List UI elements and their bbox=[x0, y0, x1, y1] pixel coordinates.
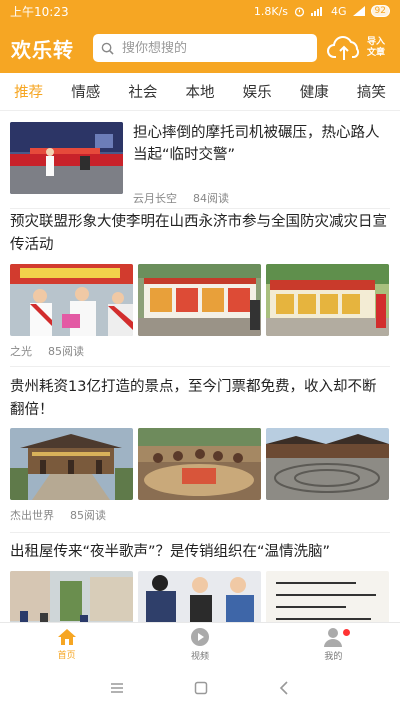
tab-entertainment[interactable]: 娱乐 bbox=[229, 81, 286, 102]
back-icon[interactable] bbox=[278, 681, 290, 695]
tab-health[interactable]: 健康 bbox=[286, 81, 343, 102]
news-feed: 担心摔倒的摩托司机被碾压，热心路人当起“临时交警” 云月长空 84阅读 预灾联盟形… bbox=[0, 111, 400, 622]
tab-funny[interactable]: 搞笑 bbox=[343, 81, 400, 102]
profile-icon bbox=[324, 628, 343, 647]
nav-home[interactable]: 首页 bbox=[0, 623, 133, 666]
nav-profile-label: 我的 bbox=[324, 652, 343, 662]
article-image bbox=[266, 264, 389, 336]
article-title[interactable]: 预灾联盟形象大使李明在山西永济市参与全国防灾减灾日宣传活动 bbox=[10, 211, 390, 257]
tab-recommend[interactable]: 推荐 bbox=[0, 81, 57, 102]
article-image bbox=[10, 571, 133, 622]
article-source: 之光 bbox=[10, 345, 32, 358]
article-image-row bbox=[10, 264, 389, 336]
article-image bbox=[10, 264, 133, 336]
article-reads: 85阅读 bbox=[70, 509, 106, 522]
article-meta: 云月长空 84阅读 bbox=[133, 190, 229, 206]
search-input[interactable] bbox=[122, 40, 292, 56]
article-image bbox=[138, 264, 261, 336]
article-title[interactable]: 担心摔倒的摩托司机被碾压，热心路人当起“临时交警” bbox=[133, 122, 390, 166]
nav-video[interactable]: 视频 bbox=[133, 623, 266, 666]
cloud-upload-icon bbox=[327, 36, 360, 60]
article-source: 云月长空 bbox=[133, 192, 177, 205]
app-header: 欢乐转 导入文章 bbox=[0, 24, 400, 72]
signal-icon bbox=[311, 7, 323, 16]
category-tabs: 推荐 情感 社会 本地 娱乐 健康 搞笑 bbox=[0, 73, 400, 111]
article-image bbox=[266, 428, 389, 500]
article-card[interactable]: 贵州耗资13亿打造的景点，至今门票都免费，收入却不断翻倍！ 杰出世界 85阅读 bbox=[10, 376, 390, 526]
menu-icon[interactable] bbox=[110, 682, 124, 694]
article-image bbox=[10, 428, 133, 500]
network-speed: 1.8K/s bbox=[253, 4, 289, 18]
home-icon bbox=[57, 629, 76, 645]
battery-indicator: 92 bbox=[370, 5, 390, 17]
article-reads: 85阅读 bbox=[48, 345, 84, 358]
network-type: 4G bbox=[331, 4, 347, 18]
article-image bbox=[138, 428, 261, 500]
status-bar: 上午10:23 1.8K/s 4G 92 bbox=[0, 0, 400, 22]
alarm-icon bbox=[294, 6, 305, 17]
article-card[interactable]: 预灾联盟形象大使李明在山西永济市参与全国防灾减灾日宣传活动 之光 85阅读 bbox=[10, 211, 390, 361]
article-source: 杰出世界 bbox=[10, 509, 54, 522]
article-image-row bbox=[10, 571, 389, 622]
tab-emotion[interactable]: 情感 bbox=[57, 81, 114, 102]
import-article-label: 导入文章 bbox=[367, 37, 386, 58]
divider bbox=[10, 366, 390, 367]
signal-icon-2 bbox=[352, 6, 365, 16]
article-title[interactable]: 出租屋传来“夜半歌声”？是传销组织在“温情洗脑” bbox=[10, 541, 390, 564]
search-icon bbox=[101, 42, 114, 55]
article-image-row bbox=[10, 428, 389, 500]
app-title: 欢乐转 bbox=[11, 37, 74, 62]
divider bbox=[10, 532, 390, 533]
video-play-icon bbox=[190, 628, 209, 646]
article-meta: 之光 85阅读 bbox=[10, 343, 84, 359]
tab-society[interactable]: 社会 bbox=[114, 81, 171, 102]
system-navigation-bar bbox=[0, 666, 400, 710]
nav-profile[interactable]: 我的 bbox=[267, 623, 400, 666]
article-card[interactable]: 担心摔倒的摩托司机被碾压，热心路人当起“临时交警” 云月长空 84阅读 bbox=[10, 122, 390, 205]
nav-video-label: 视频 bbox=[190, 652, 209, 662]
article-image bbox=[266, 571, 389, 622]
bottom-navigation: 首页 视频 我的 bbox=[0, 622, 400, 666]
article-image bbox=[138, 571, 261, 622]
home-square-icon[interactable] bbox=[194, 681, 208, 695]
import-article-button[interactable]: 导入文章 bbox=[327, 35, 391, 61]
search-box[interactable] bbox=[93, 34, 317, 62]
divider bbox=[10, 208, 390, 209]
article-reads: 84阅读 bbox=[193, 192, 229, 205]
article-card[interactable]: 出租屋传来“夜半歌声”？是传销组织在“温情洗脑” bbox=[10, 541, 390, 622]
article-thumbnail bbox=[10, 122, 123, 194]
status-indicators: 1.8K/s 4G 92 bbox=[254, 5, 390, 18]
article-title[interactable]: 贵州耗资13亿打造的景点，至今门票都免费，收入却不断翻倍！ bbox=[10, 376, 390, 422]
notification-dot bbox=[342, 629, 350, 636]
status-time: 上午10:23 bbox=[10, 4, 69, 19]
tab-local[interactable]: 本地 bbox=[171, 81, 228, 102]
nav-home-label: 首页 bbox=[57, 651, 76, 661]
article-meta: 杰出世界 85阅读 bbox=[10, 507, 106, 523]
